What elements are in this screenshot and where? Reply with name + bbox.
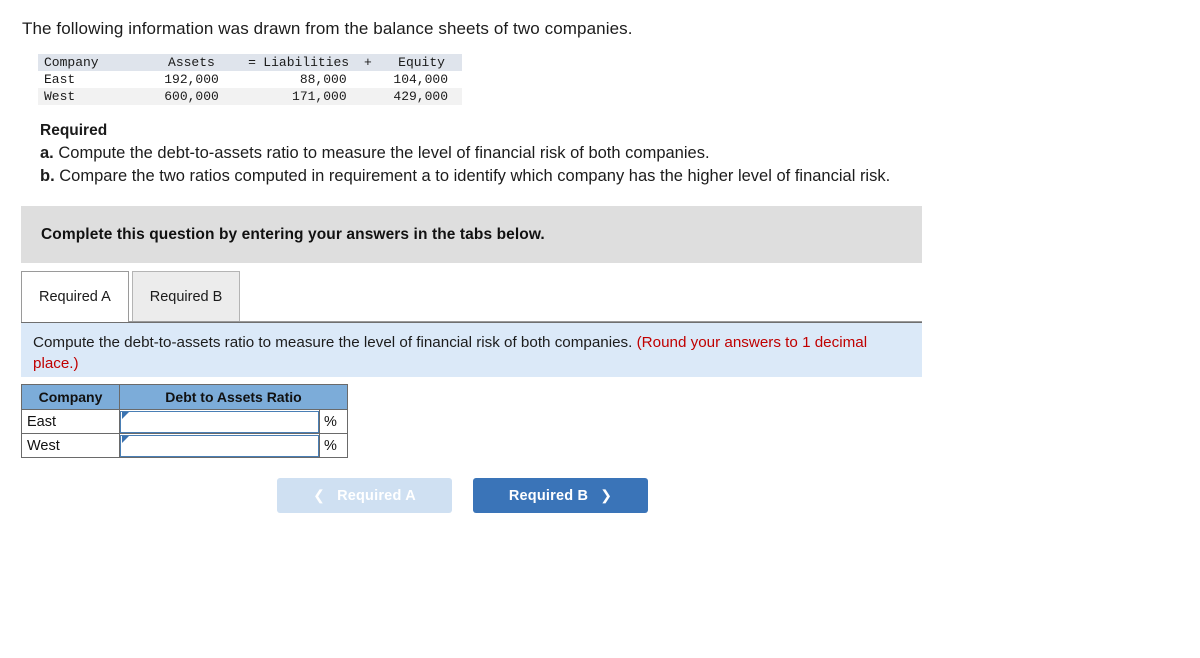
answer-header-row: Company Debt to Assets Ratio bbox=[21, 384, 348, 410]
table-row: East % bbox=[21, 409, 348, 434]
header-plus: + bbox=[363, 55, 372, 70]
question-panel-text: Compute the debt-to-assets ratio to meas… bbox=[33, 332, 906, 374]
chevron-right-icon: ❯ bbox=[600, 487, 613, 503]
required-item-a: a. Compute the debt-to-assets ratio to m… bbox=[40, 142, 1200, 165]
prev-required-a-button[interactable]: ❮ Required A bbox=[277, 478, 452, 513]
table-row: West % bbox=[21, 433, 348, 458]
header-equity: Equity bbox=[398, 55, 445, 70]
cell-assets: 600,000 bbox=[164, 89, 219, 104]
cell-liabilities: 171,000 bbox=[292, 89, 347, 104]
debt-to-assets-input-west[interactable] bbox=[120, 434, 319, 457]
debt-to-assets-input-east[interactable] bbox=[120, 410, 319, 433]
cell-company: East bbox=[44, 72, 76, 87]
table-header-row: Company Assets = Liabilities + Equity bbox=[38, 54, 462, 71]
cell-spacer bbox=[245, 88, 259, 105]
header-company: Company bbox=[44, 55, 99, 70]
required-marker-b: b. bbox=[40, 167, 55, 185]
header-assets: Assets bbox=[168, 55, 215, 70]
tab-required-b-label: Required B bbox=[149, 288, 223, 305]
required-item-b: b. Compare the two ratios computed in re… bbox=[40, 165, 1200, 188]
cell-spacer bbox=[361, 71, 375, 88]
instruction-banner: Complete this question by entering your … bbox=[21, 206, 922, 263]
tab-required-a-label: Required A bbox=[39, 289, 111, 305]
prev-button-label: Required A bbox=[337, 487, 416, 504]
next-required-b-button[interactable]: Required B ❯ bbox=[473, 478, 648, 513]
next-button-label: Required B bbox=[508, 487, 589, 504]
table-row: West 600,000 171,000 429,000 bbox=[38, 88, 462, 105]
question-page: The following information was drawn from… bbox=[0, 0, 1200, 658]
balance-sheet-table: Company Assets = Liabilities + Equity Ea… bbox=[38, 54, 462, 105]
cell-equity: 429,000 bbox=[393, 89, 448, 104]
answer-input-cell-west[interactable] bbox=[119, 433, 320, 458]
answer-header-company: Company bbox=[21, 384, 120, 410]
percent-symbol-west: % bbox=[319, 433, 348, 458]
answer-table: Company Debt to Assets Ratio East % West… bbox=[21, 384, 348, 458]
required-title: Required bbox=[40, 122, 108, 139]
required-marker-a: a. bbox=[40, 144, 54, 162]
instruction-banner-text: Complete this question by entering your … bbox=[41, 225, 545, 243]
tab-required-b[interactable]: Required B bbox=[131, 271, 241, 321]
tab-strip: Required A Required B bbox=[21, 270, 922, 322]
cell-assets: 192,000 bbox=[164, 72, 219, 87]
answer-header-ratio: Debt to Assets Ratio bbox=[119, 384, 348, 410]
answer-row-label-east: East bbox=[21, 409, 120, 434]
required-text-a: Compute the debt-to-assets ratio to meas… bbox=[58, 144, 710, 162]
header-equals: = bbox=[248, 55, 256, 70]
chevron-left-icon: ❮ bbox=[313, 487, 326, 503]
cell-spacer bbox=[361, 88, 375, 105]
cell-liabilities: 88,000 bbox=[299, 72, 347, 87]
question-instruction: Compute the debt-to-assets ratio to meas… bbox=[33, 334, 633, 351]
percent-symbol-east: % bbox=[319, 409, 348, 434]
cell-spacer bbox=[245, 71, 259, 88]
answer-row-label-west: West bbox=[21, 433, 120, 458]
cell-equity: 104,000 bbox=[393, 72, 448, 87]
required-section: Required a. Compute the debt-to-assets r… bbox=[40, 121, 1200, 188]
required-text-b: Compare the two ratios computed in requi… bbox=[59, 167, 891, 185]
answer-input-cell-east[interactable] bbox=[119, 409, 320, 434]
tab-required-a[interactable]: Required A bbox=[21, 271, 129, 322]
cell-company: West bbox=[44, 89, 76, 104]
intro-text: The following information was drawn from… bbox=[22, 19, 633, 38]
table-row: East 192,000 88,000 104,000 bbox=[38, 71, 462, 88]
question-panel: Compute the debt-to-assets ratio to meas… bbox=[21, 322, 922, 377]
tab-navigation: ❮ Required A Required B ❯ bbox=[277, 478, 648, 513]
header-liabilities: Liabilities bbox=[263, 55, 350, 70]
